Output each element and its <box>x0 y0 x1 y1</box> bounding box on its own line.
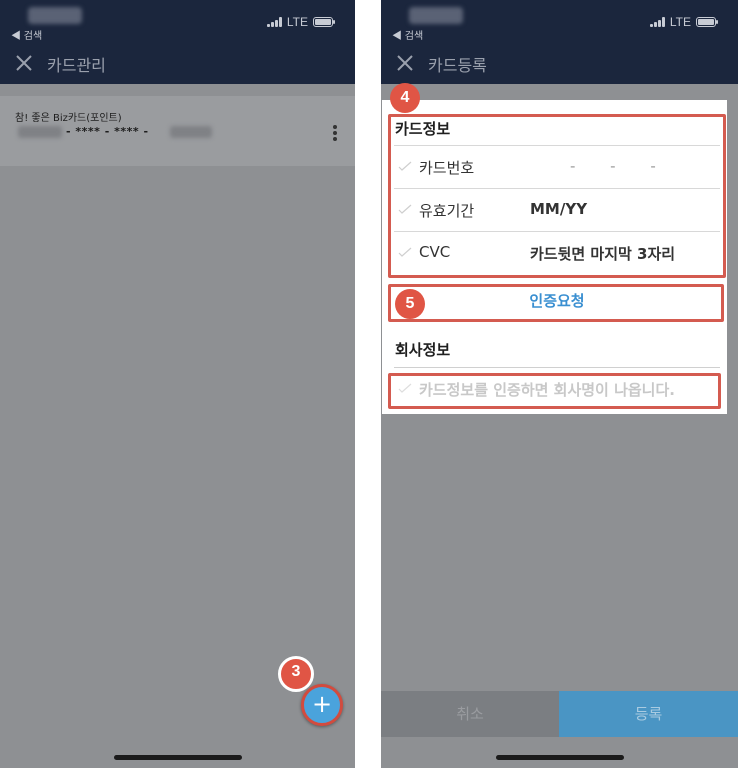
nav-bar: 카드등록 <box>381 44 738 84</box>
home-indicator <box>495 755 624 760</box>
close-icon[interactable] <box>14 53 34 73</box>
home-indicator <box>113 755 242 760</box>
company-highlight <box>388 373 721 409</box>
close-icon[interactable] <box>395 53 415 73</box>
signal-icon <box>649 17 665 27</box>
step-badge-3: 3 <box>278 656 314 692</box>
verify-highlight <box>388 284 724 322</box>
signal-icon <box>266 17 282 27</box>
card-number-suffix-blurred <box>170 126 212 138</box>
step-badge-5: 5 <box>395 289 425 319</box>
bottom-action-bar: 취소 등록 <box>381 691 738 737</box>
status-time-blurred <box>409 7 463 24</box>
card-number-prefix-blurred <box>18 126 62 138</box>
card-list-item[interactable]: 참! 좋은 Biz카드(포인트) - **** - **** - <box>0 96 355 166</box>
register-button[interactable]: 등록 <box>559 691 738 737</box>
status-bar: ◀ 검색 LTE <box>381 0 738 44</box>
status-indicators: LTE <box>266 15 335 29</box>
more-options-icon[interactable] <box>329 124 341 144</box>
network-label: LTE <box>669 15 691 29</box>
card-name: 참! 좋은 Biz카드(포인트) <box>15 113 122 124</box>
card-info-highlight <box>388 114 726 278</box>
nav-bar: 카드관리 <box>0 44 355 84</box>
status-indicators: LTE <box>649 15 718 29</box>
card-register-screen: ◀ 검색 LTE 카드등록 카드정보 카드번호 - - - 유효기간 MM/YY… <box>381 0 738 768</box>
status-bar: ◀ 검색 LTE <box>0 0 355 44</box>
battery-icon <box>696 17 718 27</box>
status-back-link[interactable]: ◀ 검색 <box>11 27 42 42</box>
network-label: LTE <box>286 15 308 29</box>
status-time-blurred <box>28 7 82 24</box>
card-management-screen: ◀ 검색 LTE 카드관리 참! 좋은 Biz카드(포인트) - **** - … <box>0 0 355 768</box>
cancel-button[interactable]: 취소 <box>381 691 559 737</box>
page-title: 카드관리 <box>47 56 106 75</box>
company-info-title: 회사정보 <box>395 341 451 359</box>
add-card-button[interactable]: + <box>301 684 343 726</box>
page-title: 카드등록 <box>428 56 487 75</box>
card-number: - **** - **** - <box>66 125 149 138</box>
status-back-link[interactable]: ◀ 검색 <box>392 27 423 42</box>
step-badge-4: 4 <box>390 83 420 113</box>
battery-icon <box>313 17 335 27</box>
